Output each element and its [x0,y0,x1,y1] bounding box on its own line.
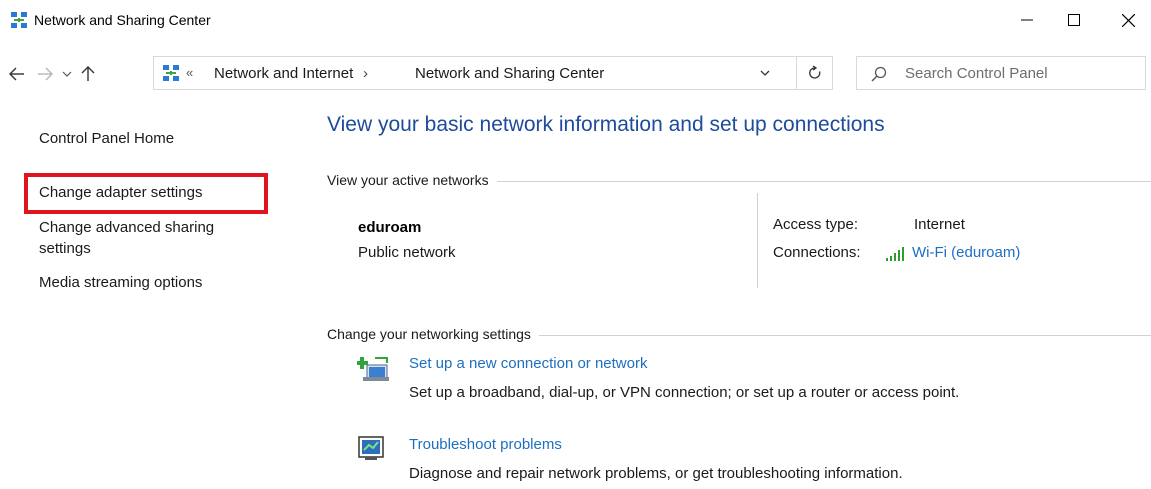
search-input[interactable]: Search Control Panel [905,65,1048,82]
up-arrow-icon [81,66,95,81]
refresh-button[interactable] [797,56,833,90]
chevron-down-icon [760,70,770,76]
network-name: eduroam [358,219,422,236]
new-connection-icon[interactable] [356,355,391,385]
forward-button[interactable] [34,55,56,93]
maximize-icon [1068,14,1080,26]
sidebar-item-media-streaming-options[interactable]: Media streaming options [39,272,202,293]
up-button[interactable] [77,55,99,93]
change-settings-heading: Change your networking settings [327,326,539,342]
navigation-bar: « Network and Internet › Network and Sha… [0,55,1151,93]
network-info-divider [757,193,758,288]
troubleshoot-problems-description: Diagnose and repair network problems, or… [409,465,903,482]
refresh-icon [808,65,820,79]
recent-locations-button[interactable] [60,55,74,93]
active-networks-heading: View your active networks [327,172,497,188]
wifi-connection-link[interactable]: Wi-Fi (eduroam) [912,244,1020,261]
network-center-icon [162,64,180,82]
troubleshoot-icon[interactable] [357,434,391,464]
breadcrumb-overflow-button[interactable]: « [186,65,193,80]
troubleshoot-problems-link[interactable]: Troubleshoot problems [409,436,562,453]
close-icon [1121,13,1135,27]
search-box[interactable]: Search Control Panel [856,56,1146,90]
setup-new-connection-link[interactable]: Set up a new connection or network [409,355,647,372]
back-button[interactable] [6,55,28,93]
back-arrow-icon [9,67,24,81]
minimize-icon [1021,19,1033,21]
connections-label: Connections: [773,244,861,261]
chevron-down-icon [62,71,72,77]
access-type-label: Access type: [773,216,859,233]
sidebar-item-control-panel-home[interactable]: Control Panel Home [39,128,174,149]
network-center-app-icon [10,11,28,29]
breadcrumb-network-and-internet[interactable]: Network and Internet [214,65,353,82]
minimize-button[interactable] [1004,0,1050,40]
setup-new-connection-description: Set up a broadband, dial-up, or VPN conn… [409,384,960,401]
address-bar[interactable]: « Network and Internet › Network and Sha… [153,56,797,90]
sidebar-item-change-adapter-settings[interactable]: Change adapter settings [39,182,202,203]
access-type-value: Internet [914,216,965,233]
maximize-button[interactable] [1051,0,1097,40]
breadcrumb-network-and-sharing-center[interactable]: Network and Sharing Center [415,65,604,82]
search-icon [871,66,887,82]
address-dropdown-button[interactable] [757,65,773,81]
breadcrumb-separator[interactable]: › [363,65,368,82]
title-bar: Network and Sharing Center [0,0,1151,40]
window-title: Network and Sharing Center [34,12,211,28]
close-button[interactable] [1105,0,1151,40]
sidebar-item-change-advanced-sharing-settings[interactable]: Change advanced sharing settings [39,217,269,259]
network-type: Public network [358,244,456,261]
wifi-signal-icon [884,246,908,262]
forward-arrow-icon [38,67,53,81]
page-title: View your basic network information and … [327,113,885,136]
